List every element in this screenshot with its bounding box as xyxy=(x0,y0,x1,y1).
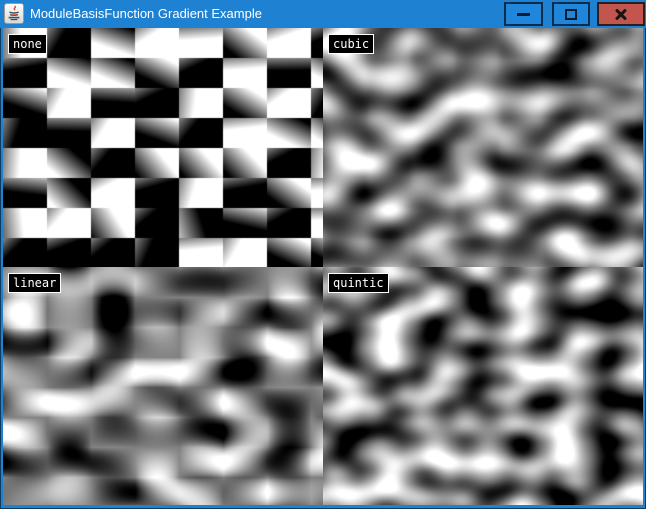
close-icon xyxy=(614,7,628,21)
system-menu-button[interactable] xyxy=(4,3,24,24)
minimize-icon xyxy=(517,13,530,16)
noise-panel-cubic: cubic xyxy=(323,28,643,267)
noise-canvas-linear xyxy=(3,267,323,505)
panel-label-quintic: quintic xyxy=(328,273,389,293)
panel-label-none: none xyxy=(8,34,47,54)
noise-panel-linear: linear xyxy=(3,267,323,505)
close-button[interactable] xyxy=(597,2,645,26)
noise-canvas-none xyxy=(3,28,323,267)
java-coffee-cup-icon xyxy=(6,5,22,22)
panel-label-linear: linear xyxy=(8,273,61,293)
noise-canvas-cubic xyxy=(323,28,643,267)
noise-panel-quintic: quintic xyxy=(323,267,643,505)
maximize-icon xyxy=(565,9,577,20)
noise-panel-none: none xyxy=(3,28,323,267)
title-bar[interactable]: ModuleBasisFunction Gradient Example xyxy=(0,0,646,28)
panel-label-cubic: cubic xyxy=(328,34,374,54)
noise-canvas-quintic xyxy=(323,267,643,505)
app-window: ModuleBasisFunction Gradient Example non… xyxy=(0,0,646,509)
noise-preview-grid: none cubic linear quintic xyxy=(3,28,643,505)
maximize-button[interactable] xyxy=(552,2,590,26)
minimize-button[interactable] xyxy=(504,2,543,26)
window-title: ModuleBasisFunction Gradient Example xyxy=(30,0,262,28)
